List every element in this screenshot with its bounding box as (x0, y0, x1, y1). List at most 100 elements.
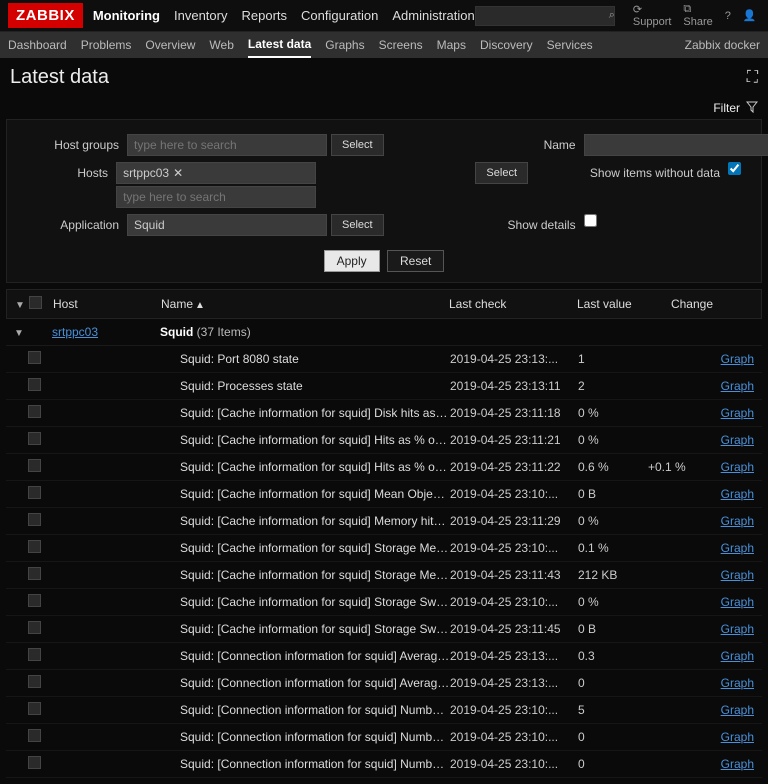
filter-panel: Host groups Select Name Hosts srtppc03✕ … (6, 119, 762, 283)
hosts-select-button[interactable]: Select (475, 162, 528, 184)
col-name[interactable]: Name▲ (161, 297, 449, 311)
main-nav-monitoring[interactable]: Monitoring (93, 8, 160, 23)
graph-link[interactable]: Graph (721, 487, 754, 501)
last-value: 0 B (578, 622, 648, 636)
row-checkbox[interactable] (28, 486, 41, 499)
col-change[interactable]: Change (647, 297, 713, 311)
row-checkbox[interactable] (28, 432, 41, 445)
row-checkbox[interactable] (28, 621, 41, 634)
application-select-button[interactable]: Select (331, 214, 384, 236)
graph-link[interactable]: Graph (721, 514, 754, 528)
support-link[interactable]: ⟳ Support (633, 3, 672, 28)
table-header: ▼ Host Name▲ Last check Last value Chang… (6, 289, 762, 319)
last-value: 0.6 % (578, 460, 648, 474)
last-value: 0 (578, 757, 648, 771)
last-check: 2019-04-25 23:10:... (450, 703, 578, 717)
expand-all-icon[interactable]: ▼ (15, 300, 25, 311)
table-row: Squid: [Cache information for squid] Hit… (6, 454, 762, 481)
name-input[interactable] (584, 134, 768, 156)
last-value: 0 B (578, 487, 648, 501)
table-row: Squid: [Cache information for squid] Mea… (6, 481, 762, 508)
last-value: 0 % (578, 595, 648, 609)
global-search-input[interactable] (475, 6, 615, 26)
fullscreen-icon[interactable]: ⛶ (747, 69, 758, 87)
row-checkbox[interactable] (28, 405, 41, 418)
hostgroups-select-button[interactable]: Select (331, 134, 384, 156)
main-nav-reports[interactable]: Reports (241, 8, 287, 23)
host-link[interactable]: srtppc03 (52, 325, 98, 339)
col-lastvalue[interactable]: Last value (577, 297, 647, 311)
last-value: 5 (578, 703, 648, 717)
graph-link[interactable]: Graph (721, 649, 754, 663)
filter-icon (746, 101, 758, 113)
filter-toggle[interactable]: Filter (0, 97, 768, 119)
main-nav-inventory[interactable]: Inventory (174, 8, 227, 23)
graph-link[interactable]: Graph (721, 379, 754, 393)
sub-nav-dashboard[interactable]: Dashboard (8, 33, 67, 57)
last-check: 2019-04-25 23:13:... (450, 649, 578, 663)
sub-nav-screens[interactable]: Screens (379, 33, 423, 57)
row-checkbox[interactable] (28, 351, 41, 364)
search-icon[interactable]: ⌕ (609, 9, 615, 22)
graph-link[interactable]: Graph (721, 406, 754, 420)
sub-nav-right[interactable]: Zabbix docker (685, 33, 760, 57)
graph-link[interactable]: Graph (721, 352, 754, 366)
row-checkbox[interactable] (28, 729, 41, 742)
sub-nav: Dashboard Problems Overview Web Latest data G… (0, 32, 768, 58)
graph-link[interactable]: Graph (721, 460, 754, 474)
select-all-checkbox[interactable] (29, 296, 42, 309)
graph-link[interactable]: Graph (721, 433, 754, 447)
row-checkbox[interactable] (28, 702, 41, 715)
sub-nav-problems[interactable]: Problems (81, 33, 132, 57)
graph-link[interactable]: Graph (721, 703, 754, 717)
sub-nav-services[interactable]: Services (547, 33, 593, 57)
graph-link[interactable]: Graph (721, 595, 754, 609)
row-checkbox[interactable] (28, 513, 41, 526)
hostgroups-input[interactable] (127, 134, 327, 156)
row-checkbox[interactable] (28, 378, 41, 391)
sub-nav-discovery[interactable]: Discovery (480, 33, 533, 57)
graph-link[interactable]: Graph (721, 757, 754, 771)
row-checkbox[interactable] (28, 756, 41, 769)
col-lastcheck[interactable]: Last check (449, 297, 577, 311)
collapse-icon[interactable]: ▼ (14, 328, 24, 339)
graph-link[interactable]: Graph (721, 541, 754, 555)
row-checkbox[interactable] (28, 675, 41, 688)
help-icon[interactable]: ? (725, 10, 731, 22)
show-without-checkbox[interactable] (728, 162, 741, 175)
user-icon[interactable]: 👤 (743, 9, 757, 22)
sub-nav-latest-data[interactable]: Latest data (248, 32, 311, 58)
show-details-label: Show details (434, 214, 584, 232)
row-checkbox[interactable] (28, 594, 41, 607)
group-row: ▼ srtppc03 Squid (37 Items) (6, 319, 762, 346)
row-checkbox[interactable] (28, 648, 41, 661)
col-host[interactable]: Host (53, 297, 161, 311)
sub-nav-maps[interactable]: Maps (437, 33, 466, 57)
zabbix-logo[interactable]: ZABBIX (8, 3, 83, 28)
item-name: Squid: [Cache information for squid] Mem… (160, 514, 450, 528)
remove-tag-icon[interactable]: ✕ (173, 166, 183, 180)
application-input[interactable] (127, 214, 327, 236)
row-checkbox[interactable] (28, 459, 41, 472)
sub-nav-graphs[interactable]: Graphs (325, 33, 364, 57)
main-nav-configuration[interactable]: Configuration (301, 8, 378, 23)
last-value: 0 (578, 676, 648, 690)
graph-link[interactable]: Graph (721, 622, 754, 636)
item-name: Squid: [Cache information for squid] Sto… (160, 622, 450, 636)
graph-link[interactable]: Graph (721, 568, 754, 582)
share-link[interactable]: ⧉ Share (683, 3, 712, 28)
hosts-input[interactable] (116, 186, 316, 208)
hosts-tag[interactable]: srtppc03✕ (116, 162, 316, 184)
sub-nav-web[interactable]: Web (209, 33, 233, 57)
row-checkbox[interactable] (28, 540, 41, 553)
last-value: 0 % (578, 514, 648, 528)
item-name: Squid: [Connection information for squid… (160, 757, 450, 771)
reset-button[interactable]: Reset (387, 250, 444, 272)
apply-button[interactable]: Apply (324, 250, 380, 272)
show-details-checkbox[interactable] (584, 214, 597, 227)
main-nav-administration[interactable]: Administration (392, 8, 474, 23)
graph-link[interactable]: Graph (721, 676, 754, 690)
graph-link[interactable]: Graph (721, 730, 754, 744)
sub-nav-overview[interactable]: Overview (145, 33, 195, 57)
row-checkbox[interactable] (28, 567, 41, 580)
